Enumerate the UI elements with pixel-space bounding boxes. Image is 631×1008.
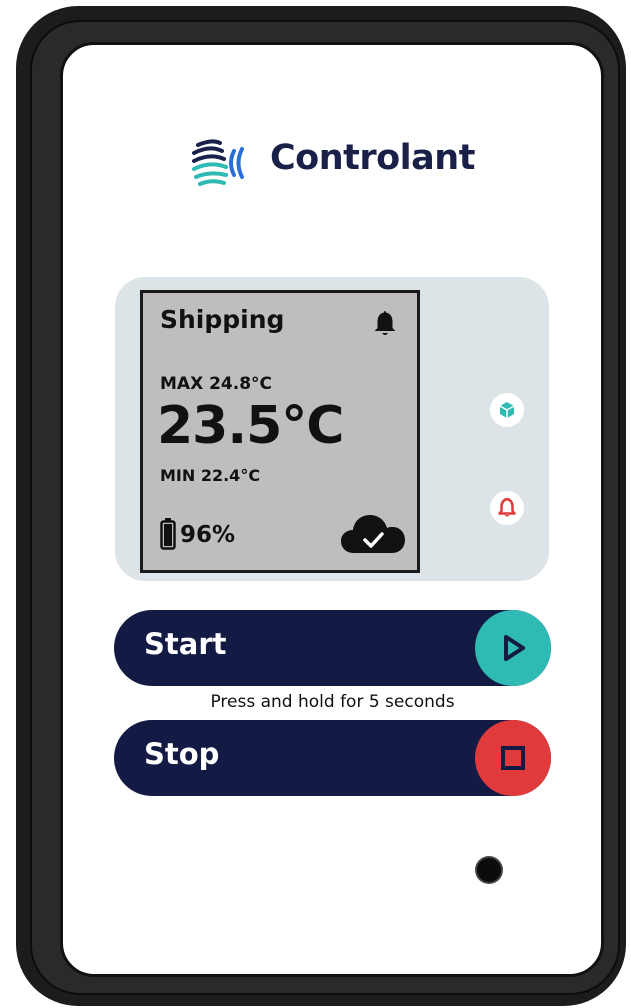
cloud-check-icon [341, 515, 405, 553]
controlant-logo-icon [192, 139, 244, 186]
start-label: Start [144, 627, 227, 661]
stop-button[interactable]: Stop [114, 720, 551, 796]
mode-label: Shipping [160, 305, 285, 334]
start-button[interactable]: Start [114, 610, 551, 686]
brand-name: Controlant [270, 138, 475, 178]
alarm-indicator-icon [490, 491, 524, 525]
sensor-hole [477, 858, 501, 882]
stop-square-icon[interactable] [475, 720, 551, 796]
stop-label: Stop [144, 737, 220, 771]
battery-percent: 96% [180, 522, 236, 548]
hold-hint: Press and hold for 5 seconds [210, 692, 455, 712]
current-temp: 23.5°C [157, 396, 344, 456]
bell-icon [374, 311, 396, 335]
box-indicator-icon [490, 393, 524, 427]
play-icon[interactable] [475, 610, 551, 686]
max-temp: MAX 24.8°C [160, 374, 273, 394]
min-temp: MIN 22.4°C [160, 466, 261, 485]
battery-icon [160, 518, 176, 550]
